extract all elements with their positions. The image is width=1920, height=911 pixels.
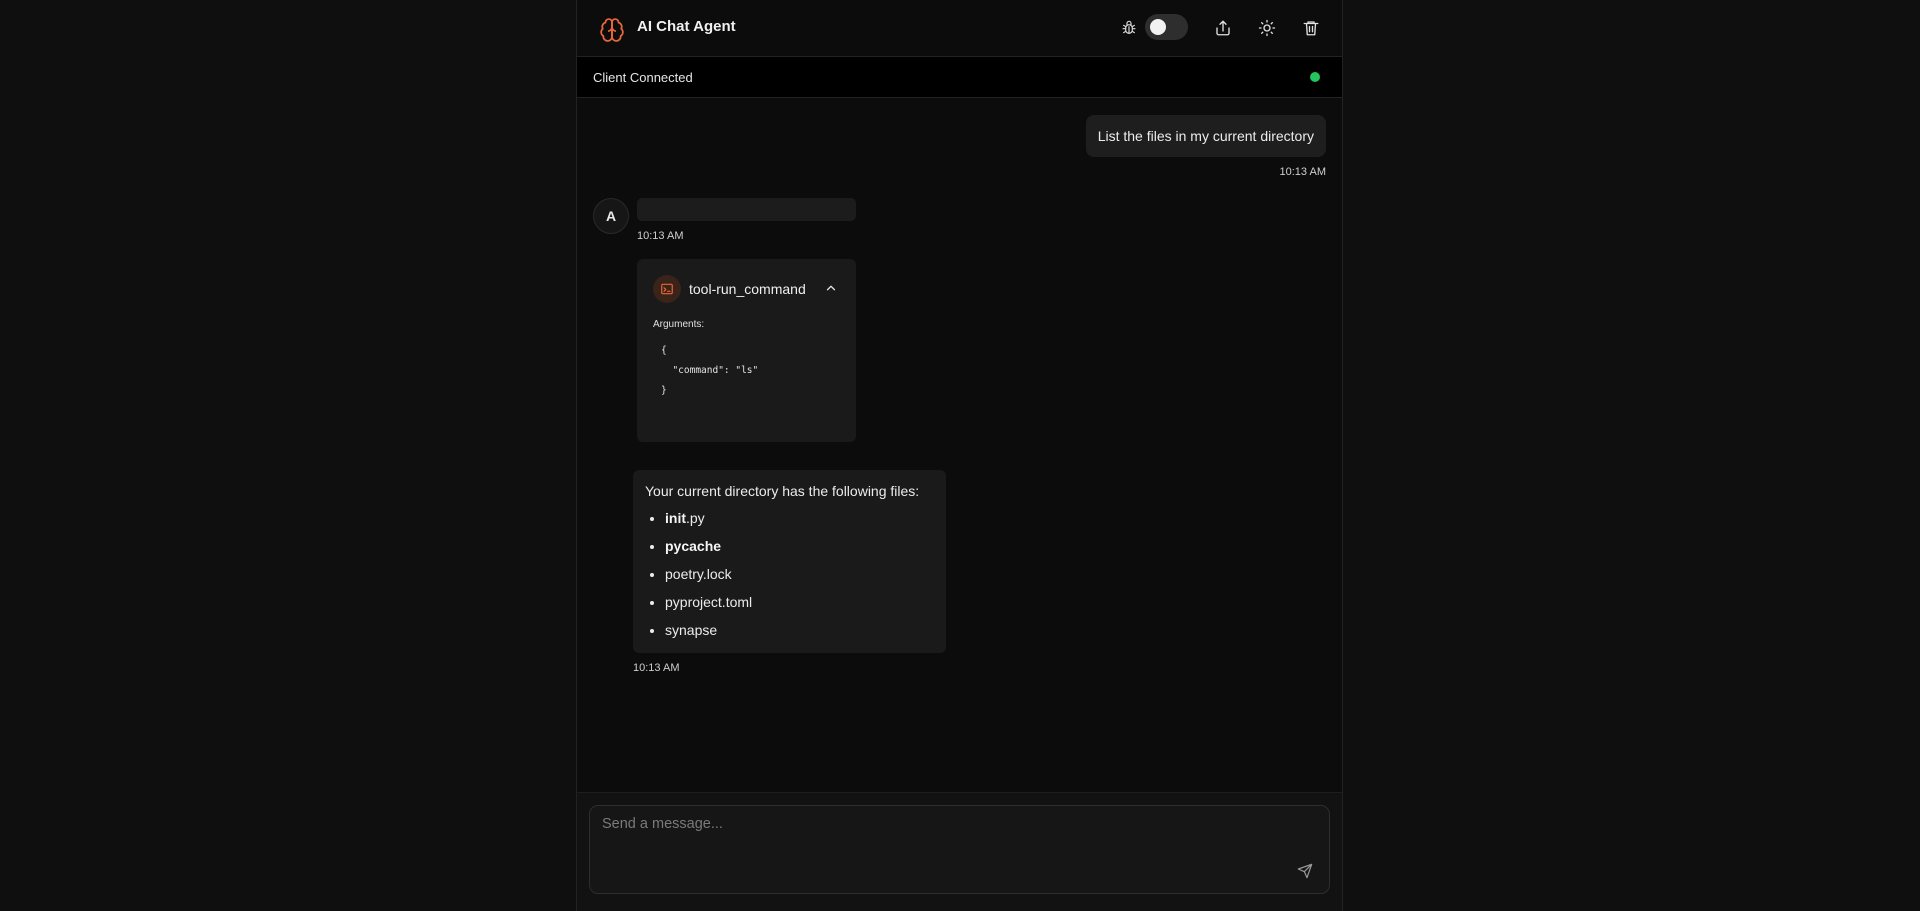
tool-call-card: tool-run_command Arguments: { "command":… [637, 259, 856, 442]
terminal-icon [653, 275, 681, 303]
user-message-time: 10:13 AM [1279, 166, 1326, 178]
tool-name: tool-run_command [689, 281, 806, 297]
chat-app: AI Chat Agent Client Connected List the … [576, 0, 1343, 911]
assistant-message-time: 10:13 AM [637, 230, 684, 242]
list-item: pyproject.toml [665, 588, 752, 616]
brain-icon [599, 17, 625, 43]
assistant-empty-message [637, 198, 856, 221]
toggle-knob [1150, 19, 1166, 35]
message-input[interactable] [590, 806, 1329, 893]
send-icon [1297, 863, 1313, 879]
send-button[interactable] [1297, 863, 1315, 881]
reply-intro: Your current directory has the following… [645, 483, 920, 499]
connection-status-text: Client Connected [593, 70, 693, 85]
message-list: List the files in my current directory 1… [577, 98, 1342, 793]
app-title: AI Chat Agent [637, 18, 736, 35]
user-message: List the files in my current directory [1085, 115, 1326, 157]
list-item: pycache [665, 532, 752, 560]
share-icon [1216, 20, 1230, 36]
chevron-up-icon[interactable] [824, 281, 838, 295]
composer [577, 792, 1342, 911]
sun-icon [1258, 19, 1276, 37]
theme-toggle-button[interactable] [1255, 16, 1279, 40]
message-input-box [589, 805, 1330, 894]
arguments-label: Arguments: [653, 319, 705, 330]
share-button[interactable] [1211, 16, 1235, 40]
header: AI Chat Agent [577, 0, 1342, 57]
assistant-avatar: A [593, 198, 629, 234]
connection-status-bar: Client Connected [577, 57, 1342, 98]
delete-button[interactable] [1299, 16, 1323, 40]
list-item: poetry.lock [665, 560, 752, 588]
list-item: init.py [665, 504, 752, 532]
bug-icon [1117, 16, 1141, 40]
reply-time: 10:13 AM [633, 662, 680, 674]
debug-toggle[interactable] [1145, 14, 1188, 40]
file-list: init.py pycache poetry.lock pyproject.to… [645, 504, 752, 644]
arguments-code: { "command": "ls" } [661, 345, 759, 396]
assistant-reply: Your current directory has the following… [633, 470, 946, 653]
connection-status-dot [1310, 72, 1320, 82]
trash-icon [1303, 21, 1319, 36]
list-item: synapse [665, 616, 752, 644]
